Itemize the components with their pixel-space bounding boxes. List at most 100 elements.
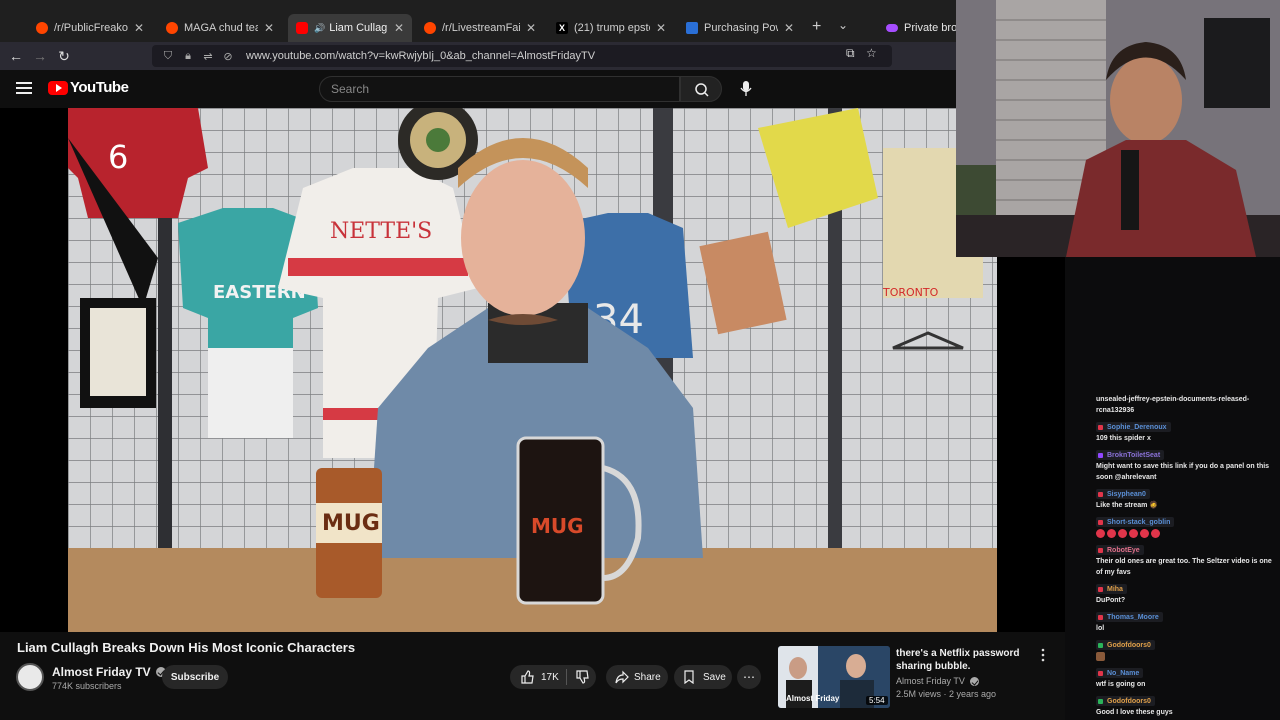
lock-icon[interactable]: 🔒︎ xyxy=(180,50,196,63)
like-count: 17K xyxy=(541,671,559,683)
more-actions-button[interactable]: ⋯ xyxy=(737,665,761,689)
youtube-logo-text: YouTube xyxy=(70,79,129,96)
search-icon xyxy=(695,83,709,97)
new-tab-icon[interactable]: + xyxy=(812,18,821,36)
share-label: Share xyxy=(634,671,661,683)
username-badge[interactable]: BroknToiletSeat xyxy=(1096,450,1165,460)
chat-username: Godofdoors0 xyxy=(1107,641,1151,649)
tab-label: Purchasing Power Index | xyxy=(704,22,778,34)
save-bookmark-icon xyxy=(684,670,694,684)
tab-label: /r/PublicFreakout xyxy=(54,22,128,34)
save-label: Save xyxy=(703,671,726,683)
bookmark-star-icon[interactable]: ☆ xyxy=(866,46,877,60)
tab-livestreamfail[interactable]: /r/LivestreamFail ✕ xyxy=(416,14,544,42)
channel-name[interactable]: Almost Friday TV xyxy=(52,665,151,679)
chat-message: Sophie_Derenoux 109 this spider x xyxy=(1096,422,1280,444)
reload-icon[interactable]: ↻ xyxy=(52,48,76,65)
subscribe-button[interactable]: Subscribe xyxy=(162,665,228,689)
youtube-play-icon xyxy=(48,80,68,95)
tab-liam-cullagh[interactable]: 🔊 Liam Cullagh Breaks D ✕ xyxy=(288,14,412,42)
chat-message: RobotEye Their old ones are great too. T… xyxy=(1096,545,1280,578)
tab-maga[interactable]: MAGA chud tears : r/ther ✕ xyxy=(158,14,282,42)
tab-label: (21) trump epstein letter xyxy=(574,22,650,34)
chat-messages: unsealed-jeffrey-epstein-documents-relea… xyxy=(1096,394,1280,720)
subscriber-count: 774K subscribers xyxy=(52,681,122,691)
chat-message: Thomas_Moore lol xyxy=(1096,612,1280,634)
username-badge[interactable]: Short-stack_goblin xyxy=(1096,517,1175,527)
forward-icon[interactable]: → xyxy=(28,48,52,64)
thumbs-up-icon xyxy=(521,670,534,684)
webcam-overlay xyxy=(956,0,1280,257)
chat-username: Godofdoors0 xyxy=(1107,697,1151,705)
save-button[interactable]: Save xyxy=(674,665,732,689)
chat-text: wtf is going on xyxy=(1096,681,1146,688)
dislike-button[interactable] xyxy=(567,665,596,689)
chat-text: 109 this spider x xyxy=(1096,435,1151,442)
recommended-title[interactable]: there's a Netflix password sharing bubbl… xyxy=(896,647,1028,673)
close-tab-icon[interactable]: ✕ xyxy=(264,21,274,35)
emote-icon xyxy=(1140,528,1149,538)
search-input[interactable]: Search xyxy=(319,76,680,102)
autoplay-blocked-icon[interactable]: ⊘ xyxy=(220,50,236,63)
username-badge[interactable]: Thomas_Moore xyxy=(1096,612,1163,622)
tab-label: Liam Cullagh Breaks D xyxy=(329,22,388,34)
recommended-channel[interactable]: Almost Friday TV xyxy=(896,676,965,686)
username-badge[interactable]: Sisyphean0 xyxy=(1096,489,1150,499)
tab-publicfreakout[interactable]: /r/PublicFreakout ✕ xyxy=(28,14,152,42)
channel-name-row[interactable]: Almost Friday TV xyxy=(52,665,166,679)
video-player[interactable]: 6 EASTERN NETTE'S 34 TORONTO MUG MUG xyxy=(0,108,1065,632)
list-tabs-icon[interactable]: ⌄ xyxy=(838,18,848,32)
search-button[interactable] xyxy=(680,76,722,102)
username-badge[interactable]: Miha xyxy=(1096,584,1127,594)
chat-username: No_Name xyxy=(1107,669,1140,677)
username-badge[interactable]: Godofdoors0 xyxy=(1096,640,1155,650)
chat-message: Godofdoors0 Good I love these guys xyxy=(1096,696,1280,718)
chat-message: Miha DuPont? xyxy=(1096,584,1280,606)
back-icon[interactable]: ← xyxy=(4,48,28,64)
chat-emotes xyxy=(1096,528,1280,539)
youtube-header: YouTube Search xyxy=(0,70,960,108)
close-tab-icon[interactable]: ✕ xyxy=(134,21,144,35)
chat-emotes xyxy=(1096,651,1280,662)
tab-purchasing-power[interactable]: Purchasing Power Index | ✕ xyxy=(678,14,802,42)
permissions-icon[interactable]: ⇌ xyxy=(200,50,216,63)
chat-username: Thomas_Moore xyxy=(1107,613,1159,621)
shield-icon[interactable]: ⛉ xyxy=(160,50,176,63)
tab-trump-epstein[interactable]: X (21) trump epstein letter ✕ xyxy=(548,14,674,42)
channel-avatar[interactable] xyxy=(16,663,44,691)
username-badge[interactable]: No_Name xyxy=(1096,668,1144,678)
svg-text:TORONTO: TORONTO xyxy=(882,286,939,299)
menu-icon[interactable] xyxy=(16,82,32,94)
member-badge-icon xyxy=(1098,642,1103,648)
youtube-badge-icon xyxy=(1098,491,1103,497)
reddit-icon xyxy=(166,22,178,34)
share-arrow-icon xyxy=(615,670,629,684)
reader-mode-icon[interactable]: ⧉ xyxy=(846,46,855,61)
share-button[interactable]: Share xyxy=(606,665,668,689)
youtube-badge-icon xyxy=(1098,586,1103,592)
close-tab-icon[interactable]: ✕ xyxy=(394,21,404,35)
like-button[interactable]: 17K xyxy=(510,665,566,689)
username-badge[interactable]: Sophie_Derenoux xyxy=(1096,422,1171,432)
speaker-icon[interactable]: 🔊 xyxy=(314,23,325,34)
url-bar[interactable]: ⛉ 🔒︎ ⇌ ⊘ www.youtube.com/watch?v=kwRwjyb… xyxy=(152,45,892,67)
username-badge[interactable]: Godofdoors0 xyxy=(1096,696,1155,706)
chat-username: BroknToiletSeat xyxy=(1107,451,1161,459)
more-vertical-icon[interactable] xyxy=(1040,648,1046,662)
emote-icon xyxy=(1129,528,1138,538)
microphone-icon[interactable] xyxy=(739,79,753,99)
close-tab-icon[interactable]: ✕ xyxy=(784,21,794,35)
youtube-logo[interactable]: YouTube xyxy=(48,79,129,96)
video-frame[interactable]: 6 EASTERN NETTE'S 34 TORONTO MUG MUG xyxy=(68,108,997,632)
chat-username: Sophie_Derenoux xyxy=(1107,423,1167,431)
close-tab-icon[interactable]: ✕ xyxy=(526,21,536,35)
emote-icon xyxy=(1096,651,1105,661)
twitch-badge-icon xyxy=(1098,452,1103,458)
close-tab-icon[interactable]: ✕ xyxy=(656,21,666,35)
emote-icon xyxy=(1107,528,1116,538)
svg-text:MUG: MUG xyxy=(322,511,380,536)
username-badge[interactable]: RobotEye xyxy=(1096,545,1144,555)
more-horizontal-icon: ⋯ xyxy=(743,670,755,684)
member-badge-icon xyxy=(1098,698,1103,704)
emote-icon xyxy=(1118,528,1127,538)
